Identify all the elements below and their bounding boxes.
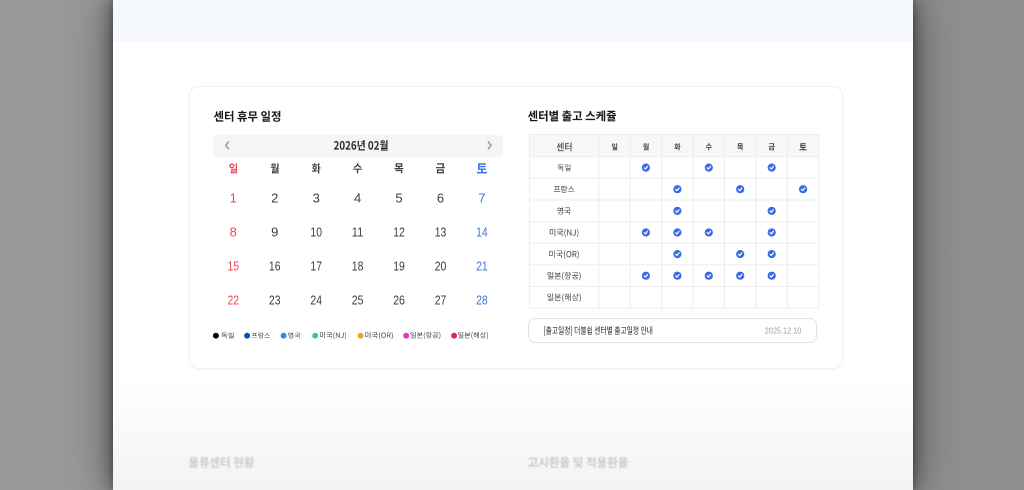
svg-text:23: 23: [269, 293, 281, 308]
svg-text:5: 5: [395, 191, 402, 206]
svg-text:3: 3: [313, 191, 320, 206]
svg-text:11: 11: [352, 225, 364, 240]
svg-text:22: 22: [228, 293, 240, 308]
svg-text:13: 13: [435, 225, 447, 240]
svg-text:18: 18: [352, 259, 364, 274]
svg-text:6: 6: [437, 191, 444, 206]
svg-text:25: 25: [352, 293, 364, 308]
svg-text:15: 15: [228, 259, 240, 274]
svg-text:27: 27: [435, 293, 447, 308]
svg-text:8: 8: [230, 225, 237, 240]
svg-text:28: 28: [476, 293, 488, 308]
svg-text:2025.12.10: 2025.12.10: [765, 326, 802, 335]
svg-text:17: 17: [310, 259, 322, 274]
svg-text:14: 14: [476, 225, 488, 240]
svg-text:4: 4: [354, 191, 361, 206]
svg-text:26: 26: [393, 293, 405, 308]
svg-text:2: 2: [271, 191, 278, 206]
svg-text:1: 1: [230, 191, 237, 206]
svg-text:19: 19: [393, 259, 405, 274]
svg-text:10: 10: [310, 225, 322, 240]
svg-text:7: 7: [478, 191, 485, 206]
svg-text:24: 24: [310, 293, 322, 308]
svg-text:21: 21: [476, 259, 488, 274]
svg-text:20: 20: [435, 259, 447, 274]
svg-text:16: 16: [269, 259, 281, 274]
svg-text:9: 9: [271, 225, 278, 240]
svg-text:12: 12: [393, 225, 405, 240]
